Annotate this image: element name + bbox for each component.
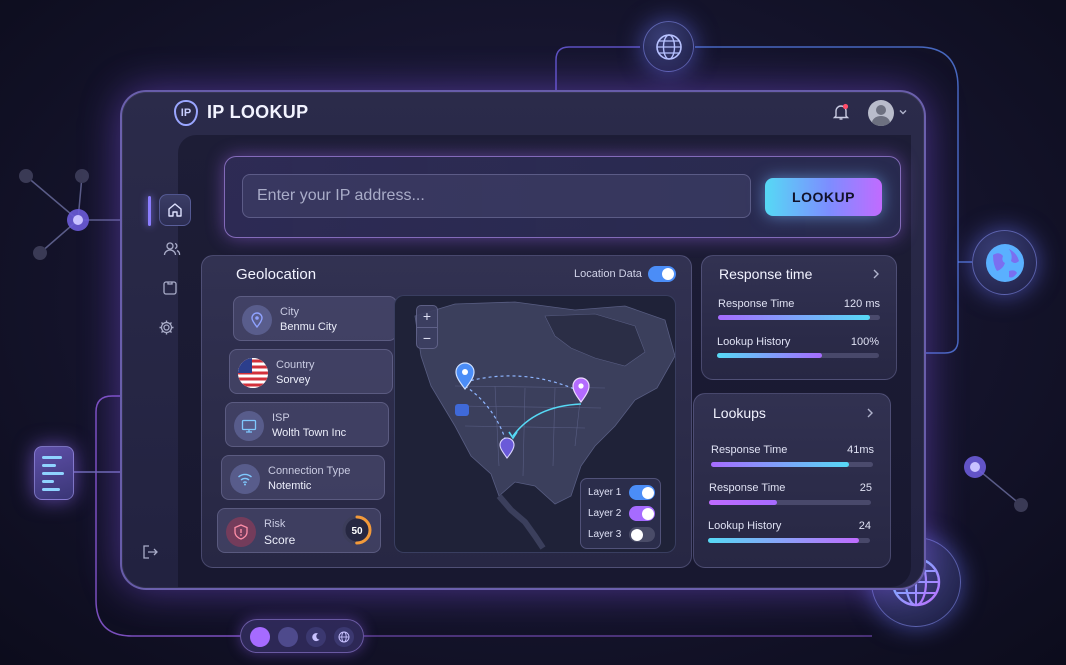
- rt-history-value: 100%: [850, 336, 879, 348]
- lookups-metric-label: Response Time: [711, 444, 788, 456]
- isp-value: Wolth Town Inc: [272, 427, 347, 439]
- location-data-toggle[interactable]: [648, 266, 676, 282]
- geolocation-title: Geolocation: [236, 266, 317, 283]
- zoom-in-button[interactable]: +: [417, 306, 437, 327]
- lookups-metric-label: Response Time: [709, 482, 786, 494]
- home-icon: [168, 203, 182, 217]
- layer-2-toggle[interactable]: [629, 506, 655, 521]
- lookups-metric-value: 41ms: [847, 444, 874, 456]
- document-icon: [34, 446, 74, 500]
- rt-metric-label: Response Time: [718, 298, 795, 310]
- layer-3-toggle[interactable]: [629, 527, 655, 542]
- zoom-out-button[interactable]: −: [417, 327, 437, 349]
- geo-item-connection-type: Connection Type Notemtic: [221, 455, 385, 500]
- gear-icon: [159, 320, 173, 334]
- layer-3-label: Layer 3: [588, 529, 622, 540]
- location-data-label: Location Data: [574, 268, 642, 280]
- map-pin-icon: [242, 305, 272, 335]
- shield-alert-icon: [226, 517, 256, 547]
- risk-score-value: 50: [351, 526, 363, 537]
- layer-1-toggle[interactable]: [629, 485, 655, 500]
- user-avatar[interactable]: [868, 100, 894, 126]
- rt-history-label: Lookup History: [717, 336, 791, 348]
- earth-icon: [972, 230, 1037, 295]
- map-layers-panel: Layer 1 Layer 2 Layer 3: [580, 478, 661, 549]
- moon-icon[interactable]: [306, 627, 326, 647]
- monitor-icon: [234, 411, 264, 441]
- us-flag-icon: [238, 358, 268, 388]
- risk-sub-label: Score: [264, 533, 296, 547]
- chevron-right-icon[interactable]: [871, 268, 881, 280]
- country-value: Sorvey: [276, 374, 311, 386]
- app-title: IP LOOKUP: [207, 102, 309, 122]
- lookup-button[interactable]: LOOKUP: [765, 178, 882, 216]
- rt-history-bar: [717, 353, 879, 358]
- lookups-history-bar: [708, 538, 870, 543]
- connection-type-label: Connection Type: [268, 465, 351, 477]
- response-time-title: Response time: [719, 266, 813, 282]
- wifi-icon: [230, 464, 260, 494]
- lookups-title: Lookups: [713, 405, 766, 421]
- users-icon: [163, 242, 181, 256]
- dock-button-primary[interactable]: [250, 627, 270, 647]
- connection-type-value: Notemtic: [268, 480, 312, 492]
- map-marker-icon[interactable]: [455, 404, 469, 416]
- city-label: City: [280, 306, 299, 318]
- sidebar-item-reports[interactable]: [154, 272, 186, 304]
- lookups-history-label: Lookup History: [708, 520, 782, 532]
- sidebar-item-users[interactable]: [156, 233, 188, 265]
- lookups-metric-bar: [709, 500, 871, 505]
- city-value: Benmu City: [280, 321, 337, 333]
- isp-label: ISP: [272, 412, 290, 424]
- layer-1-label: Layer 1: [588, 487, 622, 498]
- globe-icon: [643, 21, 694, 72]
- rt-metric-bar: [718, 315, 880, 320]
- logout-icon: [143, 545, 158, 559]
- notification-bell-icon[interactable]: [832, 103, 850, 121]
- clipboard-icon: [163, 281, 177, 295]
- lookups-history-value: 24: [858, 520, 871, 532]
- geo-item-country: Country Sorvey: [229, 349, 393, 394]
- map-zoom-controls: + −: [416, 305, 438, 349]
- risk-score-gauge: 50: [342, 515, 372, 545]
- chevron-down-icon[interactable]: [898, 107, 908, 117]
- bottom-dock: [240, 619, 364, 653]
- country-label: Country: [276, 359, 315, 371]
- lookups-metric-bar: [711, 462, 873, 467]
- chevron-right-icon[interactable]: [865, 407, 875, 419]
- layer-2-label: Layer 2: [588, 508, 622, 519]
- logout-button[interactable]: [134, 536, 166, 568]
- ip-address-input[interactable]: [242, 174, 751, 218]
- lookups-metric-value: 25: [859, 482, 872, 494]
- sidebar-active-indicator: [148, 196, 151, 226]
- rt-metric-value: 120 ms: [843, 298, 880, 310]
- sidebar-item-home[interactable]: [159, 194, 191, 226]
- geo-item-city: City Benmu City: [233, 296, 397, 341]
- sidebar-item-settings[interactable]: [150, 311, 182, 343]
- risk-label: Risk: [264, 518, 286, 530]
- dock-button-secondary[interactable]: [278, 627, 298, 647]
- geo-item-isp: ISP Wolth Town Inc: [225, 402, 389, 447]
- globe-icon[interactable]: [334, 627, 354, 647]
